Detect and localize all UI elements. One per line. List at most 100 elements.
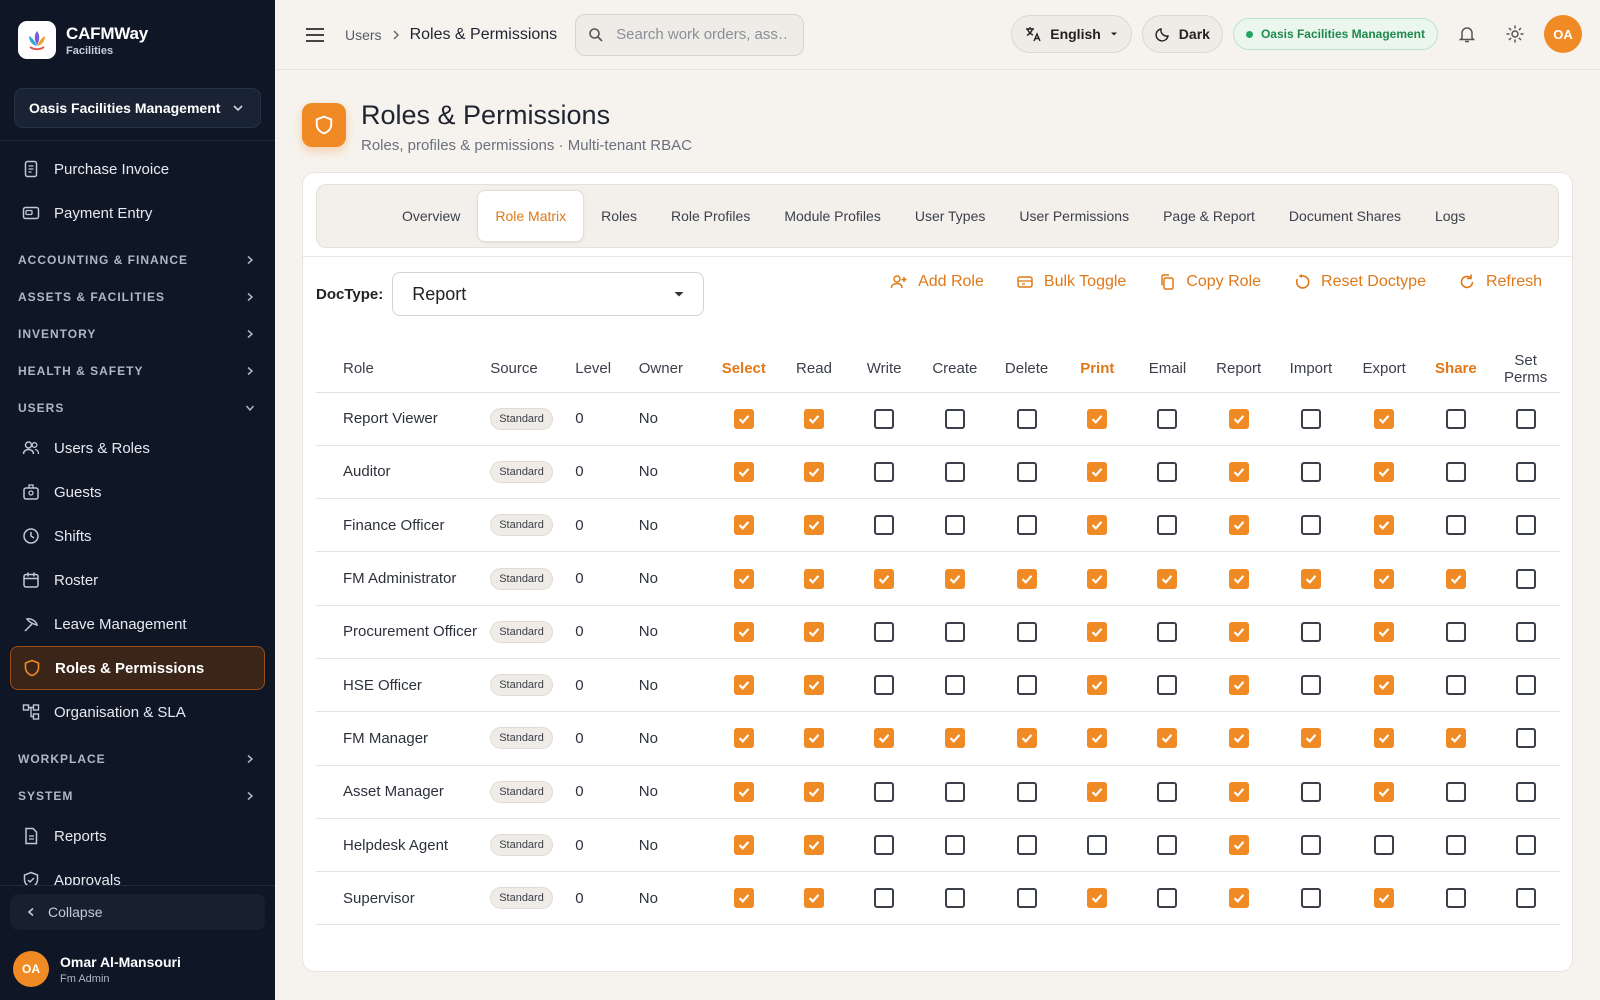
checkbox-create[interactable] xyxy=(944,835,965,856)
checkbox-print[interactable] xyxy=(1087,675,1108,696)
sidebar-item-purchase-invoice[interactable]: Purchase Invoice xyxy=(10,147,265,191)
checkbox-select[interactable] xyxy=(733,461,754,482)
sidebar-item-guests[interactable]: Guests xyxy=(10,470,265,514)
search-box[interactable] xyxy=(575,13,805,56)
role-name[interactable]: FM Administrator xyxy=(316,552,490,605)
bulk-toggle-button[interactable]: Bulk Toggle xyxy=(1016,273,1126,291)
checkbox-report[interactable] xyxy=(1228,568,1249,589)
checkbox-set-perms[interactable] xyxy=(1515,568,1536,589)
sidebar-section-assets[interactable]: ASSETS & FACILITIES xyxy=(0,278,275,315)
checkbox-share[interactable] xyxy=(1445,781,1466,802)
checkbox-email[interactable] xyxy=(1157,621,1178,642)
checkbox-share[interactable] xyxy=(1445,888,1466,909)
checkbox-delete[interactable] xyxy=(1016,621,1037,642)
checkbox-select[interactable] xyxy=(733,568,754,589)
search-input[interactable] xyxy=(616,26,787,43)
sidebar-item-organisation-sla[interactable]: Organisation & SLA xyxy=(10,690,265,734)
checkbox-report[interactable] xyxy=(1228,675,1249,696)
role-name[interactable]: FM Manager xyxy=(316,712,490,765)
role-name[interactable]: Report Viewer xyxy=(316,392,490,445)
checkbox-import[interactable] xyxy=(1300,621,1321,642)
checkbox-read[interactable] xyxy=(803,621,824,642)
checkbox-create[interactable] xyxy=(944,888,965,909)
checkbox-read[interactable] xyxy=(803,568,824,589)
sidebar-item-leave-management[interactable]: Leave Management xyxy=(10,602,265,646)
tab-page-report[interactable]: Page & Report xyxy=(1146,190,1272,242)
checkbox-select[interactable] xyxy=(733,515,754,536)
sidebar-section-workplace[interactable]: WORKPLACE xyxy=(0,740,275,777)
checkbox-email[interactable] xyxy=(1157,888,1178,909)
checkbox-read[interactable] xyxy=(803,781,824,802)
breadcrumb-users[interactable]: Users xyxy=(345,27,382,43)
reset-doctype-button[interactable]: Reset Doctype xyxy=(1293,273,1426,291)
sidebar-item-shifts[interactable]: Shifts xyxy=(10,514,265,558)
checkbox-select[interactable] xyxy=(733,728,754,749)
checkbox-import[interactable] xyxy=(1300,781,1321,802)
tab-overview[interactable]: Overview xyxy=(385,190,477,242)
checkbox-select[interactable] xyxy=(733,835,754,856)
checkbox-import[interactable] xyxy=(1300,835,1321,856)
role-name[interactable]: Asset Manager xyxy=(316,765,490,818)
checkbox-set-perms[interactable] xyxy=(1515,621,1536,642)
refresh-button[interactable]: Refresh xyxy=(1458,273,1542,291)
checkbox-email[interactable] xyxy=(1157,568,1178,589)
add-role-button[interactable]: Add Role xyxy=(890,273,984,291)
checkbox-select[interactable] xyxy=(733,675,754,696)
checkbox-export[interactable] xyxy=(1374,888,1395,909)
tab-logs[interactable]: Logs xyxy=(1418,190,1482,242)
sidebar-item-roster[interactable]: Roster xyxy=(10,558,265,602)
checkbox-report[interactable] xyxy=(1228,835,1249,856)
checkbox-read[interactable] xyxy=(803,835,824,856)
sidebar-section-accounting[interactable]: ACCOUNTING & FINANCE xyxy=(0,241,275,278)
checkbox-import[interactable] xyxy=(1300,408,1321,429)
checkbox-import[interactable] xyxy=(1300,568,1321,589)
checkbox-import[interactable] xyxy=(1300,461,1321,482)
checkbox-set-perms[interactable] xyxy=(1515,835,1536,856)
checkbox-write[interactable] xyxy=(874,515,895,536)
checkbox-report[interactable] xyxy=(1228,728,1249,749)
checkbox-report[interactable] xyxy=(1228,781,1249,802)
checkbox-create[interactable] xyxy=(944,568,965,589)
checkbox-export[interactable] xyxy=(1374,781,1395,802)
checkbox-create[interactable] xyxy=(944,408,965,429)
checkbox-delete[interactable] xyxy=(1016,461,1037,482)
checkbox-select[interactable] xyxy=(733,888,754,909)
checkbox-set-perms[interactable] xyxy=(1515,461,1536,482)
sidebar-section-users[interactable]: USERS xyxy=(0,389,275,426)
checkbox-share[interactable] xyxy=(1445,621,1466,642)
checkbox-print[interactable] xyxy=(1087,728,1108,749)
checkbox-delete[interactable] xyxy=(1016,568,1037,589)
checkbox-share[interactable] xyxy=(1445,515,1466,536)
checkbox-create[interactable] xyxy=(944,728,965,749)
checkbox-share[interactable] xyxy=(1445,568,1466,589)
role-name[interactable]: Procurement Officer xyxy=(316,605,490,658)
checkbox-create[interactable] xyxy=(944,621,965,642)
checkbox-email[interactable] xyxy=(1157,461,1178,482)
checkbox-write[interactable] xyxy=(874,675,895,696)
checkbox-report[interactable] xyxy=(1228,408,1249,429)
theme-toggle[interactable]: Dark xyxy=(1141,15,1223,53)
checkbox-export[interactable] xyxy=(1374,675,1395,696)
checkbox-print[interactable] xyxy=(1087,781,1108,802)
checkbox-create[interactable] xyxy=(944,781,965,802)
checkbox-import[interactable] xyxy=(1300,728,1321,749)
checkbox-report[interactable] xyxy=(1228,461,1249,482)
sidebar-item-reports[interactable]: Reports xyxy=(10,814,265,858)
checkbox-set-perms[interactable] xyxy=(1515,675,1536,696)
checkbox-select[interactable] xyxy=(733,621,754,642)
sidebar-item-payment-entry[interactable]: Payment Entry xyxy=(10,191,265,235)
tenant-badge[interactable]: Oasis Facilities Management xyxy=(1232,18,1438,50)
checkbox-email[interactable] xyxy=(1157,781,1178,802)
checkbox-print[interactable] xyxy=(1087,408,1108,429)
checkbox-delete[interactable] xyxy=(1016,675,1037,696)
checkbox-select[interactable] xyxy=(733,781,754,802)
tab-user-permissions[interactable]: User Permissions xyxy=(1002,190,1146,242)
user-avatar-button[interactable]: OA xyxy=(1544,15,1582,53)
sidebar-section-system[interactable]: SYSTEM xyxy=(0,777,275,814)
checkbox-email[interactable] xyxy=(1157,408,1178,429)
checkbox-share[interactable] xyxy=(1445,408,1466,429)
checkbox-import[interactable] xyxy=(1300,515,1321,536)
sidebar-section-health-safety[interactable]: HEALTH & SAFETY xyxy=(0,352,275,389)
checkbox-read[interactable] xyxy=(803,408,824,429)
checkbox-print[interactable] xyxy=(1087,568,1108,589)
